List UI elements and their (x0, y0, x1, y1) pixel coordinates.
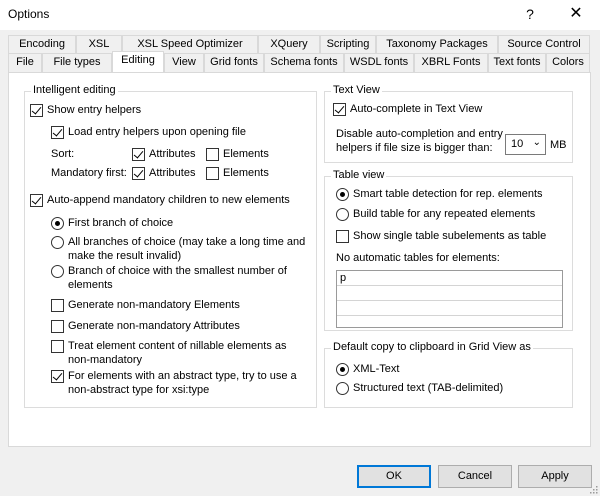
radio-circle[interactable] (336, 382, 349, 395)
checkbox-box[interactable] (132, 148, 145, 161)
build-table-radio[interactable]: Build table for any repeated elements (336, 207, 535, 221)
tab-encoding[interactable]: Encoding (8, 35, 76, 54)
table-view-title: Table view (331, 169, 387, 181)
tab-xbrl-fonts[interactable]: XBRL Fonts (414, 53, 488, 72)
tab-xquery[interactable]: XQuery (258, 35, 320, 54)
tab-text-fonts[interactable]: Text fonts (488, 53, 546, 72)
mandatory-first-label: Mandatory first: (51, 167, 127, 179)
show-entry-helpers-checkbox[interactable]: Show entry helpers (30, 103, 141, 117)
checkbox-box[interactable] (333, 103, 346, 116)
checkbox-box[interactable] (51, 126, 64, 139)
file-size-select[interactable]: 10 ⌄ (505, 134, 546, 155)
sort-attributes-checkbox[interactable]: Attributes (132, 147, 195, 161)
checkbox-box[interactable] (336, 230, 349, 243)
text-view-title: Text View (331, 84, 382, 96)
tab-file-types[interactable]: File types (42, 53, 112, 72)
no-auto-tables-list[interactable]: p (336, 270, 563, 328)
all-branches-radio[interactable]: All branches of choice (may take a long … (51, 235, 306, 263)
tab-schema-fonts[interactable]: Schema fonts (264, 53, 344, 72)
show-single-table-checkbox[interactable]: Show single table subelements as table (336, 229, 546, 243)
mandatory-elements-checkbox[interactable]: Elements (206, 166, 269, 180)
sort-elements-checkbox[interactable]: Elements (206, 147, 269, 161)
table-view-group: Table view Smart table detection for rep… (324, 169, 573, 331)
auto-append-checkbox[interactable]: Auto-append mandatory children to new el… (30, 193, 290, 207)
text-view-group: Text View Auto-complete in Text View Dis… (324, 84, 573, 163)
generate-non-mandatory-attributes-checkbox[interactable]: Generate non-mandatory Attributes (51, 319, 240, 333)
clipboard-title: Default copy to clipboard in Grid View a… (331, 341, 533, 353)
window-title: Options (8, 7, 50, 21)
resize-grip-icon[interactable] (588, 484, 598, 494)
list-item[interactable]: p (337, 271, 562, 286)
chevron-down-icon: ⌄ (532, 137, 541, 148)
tab-file[interactable]: File (8, 53, 42, 72)
tab-wsdl-fonts[interactable]: WSDL fonts (344, 53, 414, 72)
generate-non-mandatory-elements-checkbox[interactable]: Generate non-mandatory Elements (51, 298, 240, 312)
tab-view[interactable]: View (164, 53, 204, 72)
checkbox-box[interactable] (206, 148, 219, 161)
size-unit-label: MB (550, 139, 567, 151)
cancel-button[interactable]: Cancel (438, 465, 512, 488)
tab-panel-editing: Intelligent editing Show entry helpers L… (8, 72, 591, 447)
radio-circle[interactable] (51, 265, 64, 278)
close-button[interactable]: ✕ (554, 0, 598, 30)
tab-scripting[interactable]: Scripting (320, 35, 376, 54)
radio-circle[interactable] (336, 208, 349, 221)
smart-table-radio[interactable]: Smart table detection for rep. elements (336, 187, 543, 201)
intelligent-editing-group: Intelligent editing Show entry helpers L… (24, 84, 317, 408)
smallest-branch-radio[interactable]: Branch of choice with the smallest numbe… (51, 264, 291, 292)
list-item[interactable] (337, 301, 562, 316)
first-branch-radio[interactable]: First branch of choice (51, 216, 173, 230)
intelligent-editing-title: Intelligent editing (31, 84, 118, 96)
checkbox-box[interactable] (51, 370, 64, 383)
disable-threshold-label: Disable auto-completion and entry helper… (336, 128, 503, 154)
tab-colors[interactable]: Colors (546, 53, 590, 72)
checkbox-box[interactable] (206, 167, 219, 180)
checkbox-box[interactable] (30, 194, 43, 207)
checkbox-box[interactable] (132, 167, 145, 180)
no-auto-tables-label: No automatic tables for elements: (336, 252, 500, 264)
tab-source-control[interactable]: Source Control (498, 35, 590, 54)
load-entry-helpers-checkbox[interactable]: Load entry helpers upon opening file (51, 125, 246, 139)
sort-label: Sort: (51, 148, 75, 160)
checkbox-box[interactable] (51, 340, 64, 353)
help-button[interactable]: ? (508, 0, 552, 30)
xml-text-radio[interactable]: XML-Text (336, 362, 399, 376)
auto-complete-checkbox[interactable]: Auto-complete in Text View (333, 102, 482, 116)
clipboard-group: Default copy to clipboard in Grid View a… (324, 341, 573, 408)
radio-circle[interactable] (51, 236, 64, 249)
checkbox-box[interactable] (51, 320, 64, 333)
treat-nillable-checkbox[interactable]: Treat element content of nillable elemen… (51, 339, 291, 367)
structured-text-radio[interactable]: Structured text (TAB-delimited) (336, 381, 503, 395)
radio-circle[interactable] (336, 363, 349, 376)
checkbox-box[interactable] (30, 104, 43, 117)
list-item[interactable] (337, 286, 562, 301)
title-bar: Options ? ✕ (0, 0, 600, 30)
radio-circle[interactable] (51, 217, 64, 230)
file-size-value: 10 (511, 138, 524, 150)
checkbox-box[interactable] (51, 299, 64, 312)
list-item[interactable] (337, 316, 562, 331)
mandatory-attributes-checkbox[interactable]: Attributes (132, 166, 195, 180)
tab-grid-fonts[interactable]: Grid fonts (204, 53, 264, 72)
apply-button[interactable]: Apply (518, 465, 592, 488)
tab-taxonomy-packages[interactable]: Taxonomy Packages (376, 35, 498, 54)
tab-editing[interactable]: Editing (112, 51, 164, 72)
ok-button[interactable]: OK (357, 465, 431, 488)
abstract-type-checkbox[interactable]: For elements with an abstract type, try … (51, 369, 306, 397)
radio-circle[interactable] (336, 188, 349, 201)
